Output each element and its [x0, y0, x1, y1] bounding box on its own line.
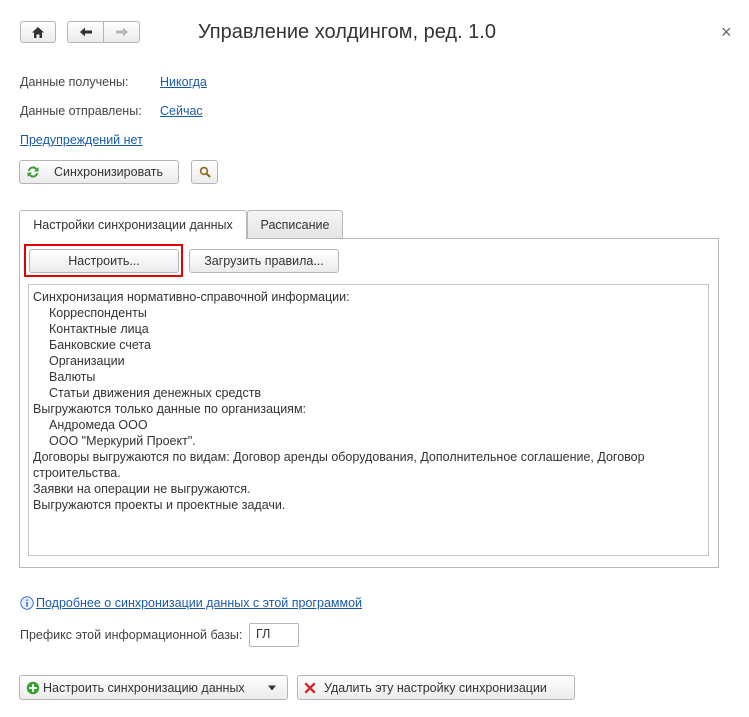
description-line: Заявки на операции не выгружаются. [33, 482, 251, 496]
home-icon [32, 26, 44, 38]
add-icon [26, 681, 40, 694]
sent-value-link[interactable]: Сейчас [160, 104, 203, 118]
window-title: Управление холдингом, ред. 1.0 [198, 21, 496, 43]
arrow-left-icon [79, 27, 92, 37]
tab-schedule[interactable]: Расписание [247, 210, 343, 238]
description-line: ООО "Меркурий Проект". [49, 434, 196, 448]
active-tab-joiner [20, 237, 246, 240]
more-info-link[interactable]: Подробнее о синхронизации данных с этой … [36, 596, 362, 610]
description-line: Банковские счета [49, 338, 151, 352]
info-icon [20, 596, 34, 610]
description-line: Андромеда ООО [49, 418, 148, 432]
description-line: Выгружаются проекты и проектные задачи. [33, 498, 286, 512]
search-button[interactable] [191, 160, 218, 184]
delete-setting-button[interactable]: Удалить эту настройку синхронизации [297, 675, 575, 700]
delete-icon [304, 682, 316, 693]
received-value-link[interactable]: Никогда [160, 75, 207, 89]
synchronize-button[interactable]: Синхронизировать [19, 160, 179, 184]
configure-button[interactable]: Настроить... [29, 249, 179, 273]
description-line: Корреспонденты [49, 306, 147, 320]
forward-button[interactable] [103, 21, 140, 43]
back-button[interactable] [67, 21, 104, 43]
arrow-right-icon [115, 27, 128, 37]
configure-label: Настроить... [68, 254, 140, 268]
description-line: Валюты [49, 370, 96, 384]
description-line: Синхронизация нормативно-справочной инфо… [33, 290, 350, 304]
tab-sync-settings-label: Настройки синхронизации данных [33, 218, 233, 232]
setup-sync-button[interactable]: Настроить синхронизацию данных [19, 675, 288, 700]
sync-description-text[interactable]: Синхронизация нормативно-справочной инфо… [28, 284, 709, 556]
prefix-input[interactable]: ГЛ [249, 623, 299, 647]
load-rules-label: Загрузить правила... [204, 254, 324, 268]
setup-sync-label: Настроить синхронизацию данных [43, 680, 245, 695]
description-line: Статьи движения денежных средств [49, 386, 262, 400]
description-line: Контактные лица [49, 322, 149, 336]
sent-label: Данные отправлены: [20, 104, 142, 118]
description-line: Организации [49, 354, 125, 368]
sync-icon [27, 166, 39, 178]
description-line: Выгружаются только данные по организация… [33, 402, 307, 416]
home-button[interactable] [20, 21, 56, 43]
close-icon[interactable]: × [721, 22, 732, 43]
more-info-row: Подробнее о синхронизации данных с этой … [20, 596, 362, 610]
warnings-link[interactable]: Предупреждений нет [20, 133, 143, 147]
prefix-label: Префикс этой информационной базы: [20, 628, 243, 642]
tab-schedule-label: Расписание [260, 217, 330, 232]
description-line: Договоры выгружаются по видам: Договор а… [33, 450, 645, 480]
received-label: Данные получены: [20, 75, 129, 89]
tab-sync-settings[interactable]: Настройки синхронизации данных [19, 210, 247, 239]
synchronize-label: Синхронизировать [54, 165, 163, 179]
search-icon [199, 166, 211, 178]
delete-setting-label: Удалить эту настройку синхронизации [324, 680, 547, 695]
load-rules-button[interactable]: Загрузить правила... [189, 249, 339, 273]
dropdown-arrow-icon [268, 685, 276, 690]
